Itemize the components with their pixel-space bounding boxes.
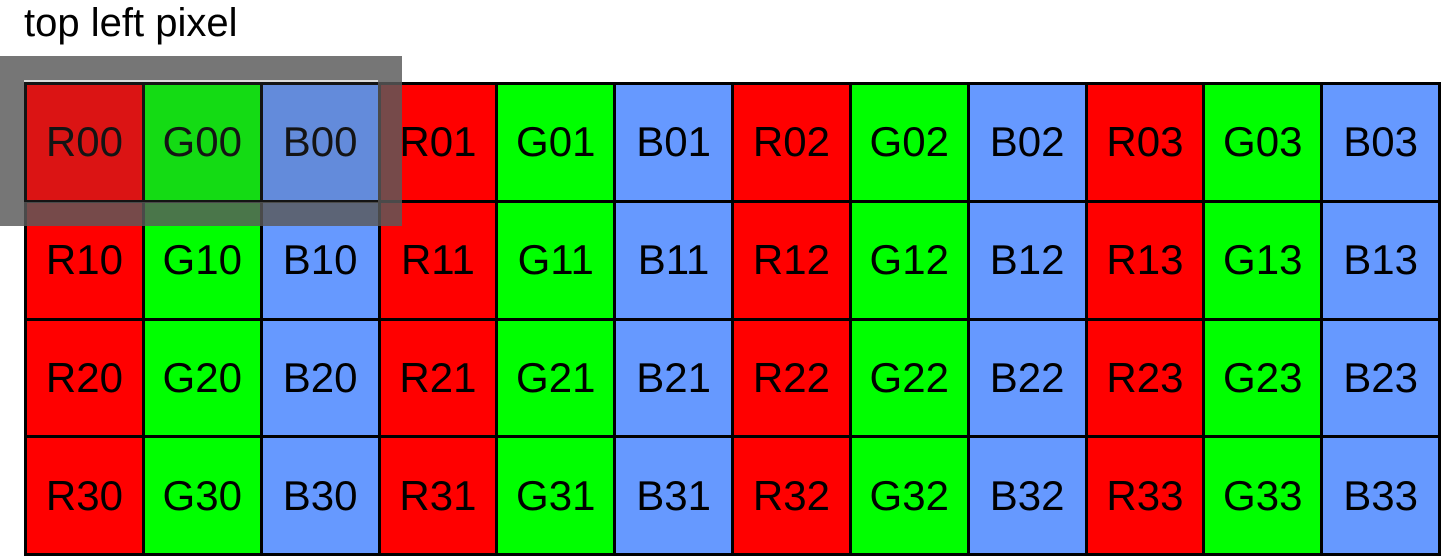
channel-cell-r02: R02 xyxy=(734,85,849,200)
channel-cell-b10: B10 xyxy=(262,202,378,318)
rgb-channel-grid: R00 G00 B00 R01 G01 B01 R02 G02 B02 R03 G03 B03 R10 G… xyxy=(24,82,1441,556)
channel-cell-b01: B01 xyxy=(616,85,731,200)
channel-cell-b03: B03 xyxy=(1323,85,1438,200)
channel-cell-r22: R22 xyxy=(734,320,849,436)
channel-cell-g10: G10 xyxy=(144,202,260,318)
channel-cell-r31: R31 xyxy=(380,438,496,553)
channel-cell-g33: G33 xyxy=(1205,438,1321,553)
channel-cell-b02: B02 xyxy=(969,85,1085,200)
channel-cell-g22: G22 xyxy=(851,320,967,436)
channel-cell-g00: G00 xyxy=(144,85,260,200)
top-left-pixel-caption: top left pixel xyxy=(24,1,238,45)
channel-cell-g02: G02 xyxy=(851,85,967,200)
channel-cell-b00: B00 xyxy=(262,85,378,200)
channel-cell-r33: R33 xyxy=(1087,438,1203,553)
channel-cell-r32: R32 xyxy=(734,438,849,553)
channel-cell-g23: G23 xyxy=(1205,320,1321,436)
channel-cell-r30: R30 xyxy=(27,438,142,553)
channel-cell-b12: B12 xyxy=(969,202,1085,318)
channel-cell-r23: R23 xyxy=(1087,320,1203,436)
channel-cell-r00: R00 xyxy=(27,85,142,200)
channel-cell-b31: B31 xyxy=(616,438,731,553)
channel-cell-b30: B30 xyxy=(262,438,378,553)
channel-cell-b23: B23 xyxy=(1323,320,1438,436)
channel-cell-g03: G03 xyxy=(1205,85,1321,200)
channel-cell-g30: G30 xyxy=(144,438,260,553)
channel-cell-b32: B32 xyxy=(969,438,1085,553)
channel-cell-r12: R12 xyxy=(734,202,849,318)
channel-cell-r10: R10 xyxy=(27,202,142,318)
channel-cell-r11: R11 xyxy=(380,202,496,318)
channel-cell-g12: G12 xyxy=(851,202,967,318)
channel-cell-g21: G21 xyxy=(498,320,614,436)
channel-cell-b13: B13 xyxy=(1323,202,1438,318)
channel-cell-b20: B20 xyxy=(262,320,378,436)
channel-cell-r21: R21 xyxy=(380,320,496,436)
channel-cell-b11: B11 xyxy=(616,202,731,318)
channel-cell-g32: G32 xyxy=(851,438,967,553)
channel-cell-g20: G20 xyxy=(144,320,260,436)
channel-cell-r13: R13 xyxy=(1087,202,1203,318)
channel-cell-r03: R03 xyxy=(1087,85,1203,200)
channel-cell-g13: G13 xyxy=(1205,202,1321,318)
channel-cell-b21: B21 xyxy=(616,320,731,436)
channel-cell-g11: G11 xyxy=(498,202,614,318)
channel-cell-g31: G31 xyxy=(498,438,614,553)
channel-cell-r20: R20 xyxy=(27,320,142,436)
channel-cell-r01: R01 xyxy=(380,85,496,200)
channel-cell-b33: B33 xyxy=(1323,438,1438,553)
channel-cell-b22: B22 xyxy=(969,320,1085,436)
channel-cell-g01: G01 xyxy=(498,85,614,200)
